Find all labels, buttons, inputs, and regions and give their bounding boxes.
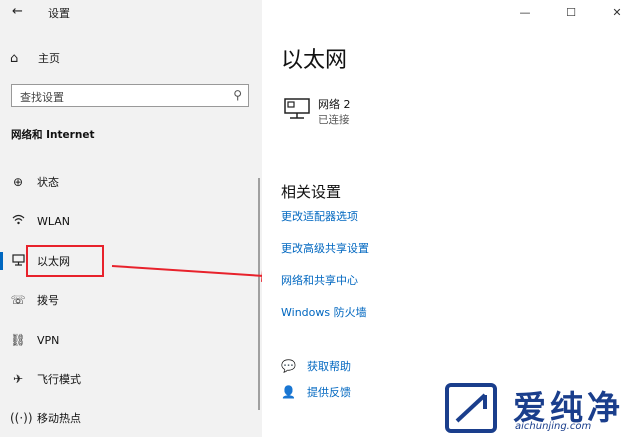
- hotspot-icon: ((·)): [10, 411, 33, 425]
- sidebar-item-label: 状态: [37, 176, 59, 189]
- sidebar-item-status[interactable]: ⊕ 状态: [0, 171, 262, 193]
- help-bubble-icon: 💬: [281, 359, 296, 373]
- watermark: 爱纯净 aichunjing.com: [445, 381, 640, 437]
- network-status: 已连接: [318, 114, 350, 126]
- feedback-icon: 👤: [281, 385, 296, 399]
- watermark-logo-icon: [445, 383, 497, 433]
- search-input[interactable]: 查找设置 ⚲: [11, 84, 249, 107]
- page-title: 以太网: [281, 48, 348, 73]
- sidebar-item-label: VPN: [37, 333, 60, 347]
- annotation-highlight-box: [26, 245, 104, 277]
- windows-firewall-link[interactable]: Windows 防火墙: [281, 304, 367, 320]
- network-name[interactable]: 网络 2: [318, 96, 351, 112]
- watermark-url: aichunjing.com: [515, 421, 592, 432]
- maximize-button[interactable]: ☐: [548, 0, 594, 24]
- sidebar-item-wlan[interactable]: WLAN: [0, 210, 262, 232]
- search-placeholder: 查找设置: [20, 91, 64, 104]
- network-sharing-center-link[interactable]: 网络和共享中心: [281, 272, 358, 288]
- change-adapter-options-link[interactable]: 更改适配器选项: [281, 208, 358, 224]
- sidebar-item-vpn[interactable]: ⛓ VPN: [0, 329, 262, 351]
- section-title: 网络和 Internet: [11, 129, 95, 141]
- home-label: 主页: [38, 52, 60, 65]
- sidebar-item-label: 移动热点: [37, 412, 81, 425]
- airplane-icon: ✈: [12, 372, 24, 386]
- sidebar-item-airplane-mode[interactable]: ✈ 飞行模式: [0, 368, 262, 390]
- sidebar-item-label: WLAN: [37, 214, 71, 228]
- sidebar-item-dialup[interactable]: ☏ 拨号: [0, 289, 262, 311]
- ethernet-monitor-icon: [284, 98, 310, 119]
- sidebar-scrollbar[interactable]: [258, 178, 260, 410]
- feedback-label: 提供反馈: [307, 386, 351, 399]
- search-icon: ⚲: [233, 88, 242, 102]
- window-controls: — ☐ ✕: [502, 0, 640, 24]
- annotation-arrow: [111, 265, 276, 282]
- get-help-label: 获取帮助: [307, 360, 351, 373]
- close-button[interactable]: ✕: [594, 0, 640, 24]
- sidebar-item-label: 拨号: [37, 294, 59, 307]
- dialup-icon: ☏: [10, 293, 26, 307]
- sidebar-item-label: 飞行模式: [37, 373, 81, 386]
- related-settings-title: 相关设置: [281, 183, 342, 201]
- selection-indicator: [0, 252, 3, 270]
- vpn-icon: ⛓: [10, 333, 26, 347]
- sidebar: ← 设置 ⌂ 主页 查找设置 ⚲ 网络和 Internet ⊕ 状态 WLAN …: [0, 0, 262, 437]
- ethernet-icon: [10, 253, 26, 269]
- title-bar: ← 设置: [0, 0, 262, 26]
- get-help-item[interactable]: 💬 获取帮助: [281, 357, 351, 375]
- feedback-item[interactable]: 👤 提供反馈: [281, 383, 351, 401]
- home-icon: ⌂: [10, 50, 19, 66]
- wifi-icon: [10, 214, 26, 228]
- minimize-button[interactable]: —: [502, 0, 548, 24]
- back-arrow-icon[interactable]: ←: [12, 4, 23, 19]
- sidebar-item-mobile-hotspot[interactable]: ((·)) 移动热点: [0, 407, 262, 429]
- home-nav-item[interactable]: ⌂ 主页: [10, 48, 60, 68]
- app-title: 设置: [48, 7, 70, 20]
- change-advanced-sharing-link[interactable]: 更改高级共享设置: [281, 240, 369, 256]
- globe-icon: ⊕: [12, 175, 24, 189]
